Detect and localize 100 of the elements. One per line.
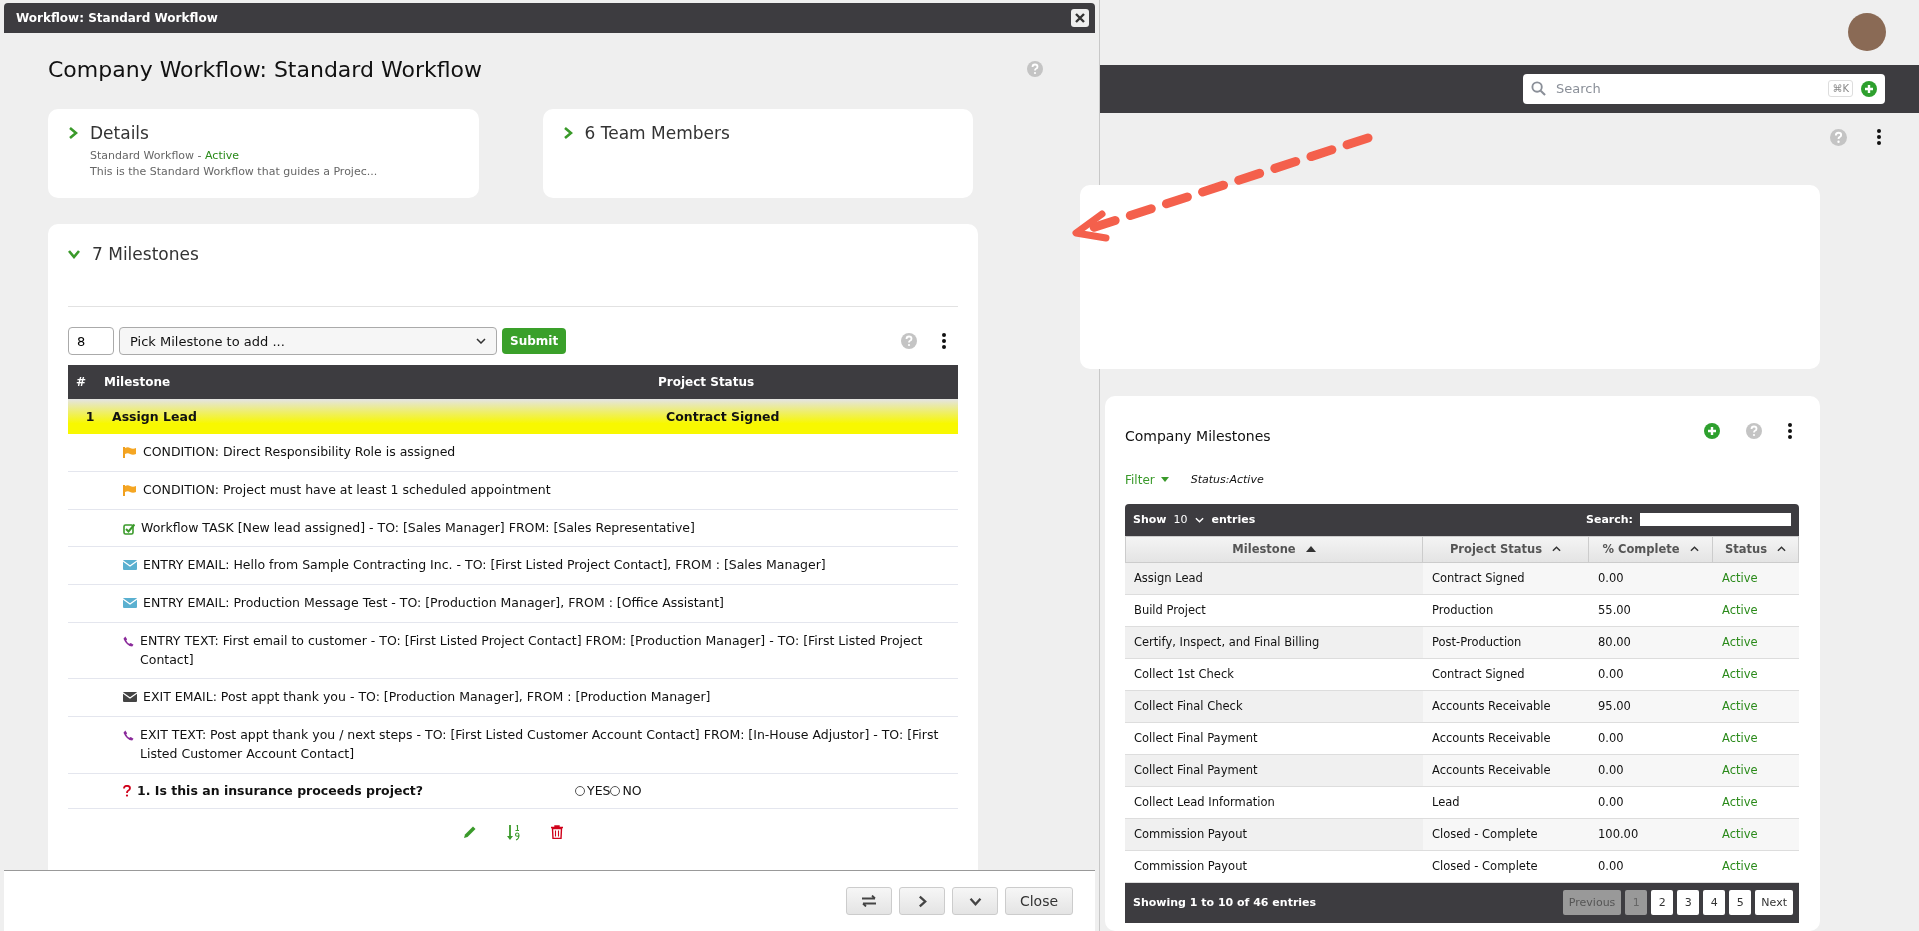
column-header[interactable]: Status (1713, 535, 1799, 563)
filter-dropdown[interactable]: Filter (1125, 472, 1169, 487)
chevron-down-icon (968, 896, 982, 906)
sort-numeric-icon[interactable] (507, 825, 521, 842)
project-status: Contract Signed (666, 409, 781, 424)
table-cell: Accounts Receivable (1423, 690, 1589, 723)
table-cell: Active (1713, 562, 1799, 595)
envelope-icon (123, 560, 137, 571)
caret-icon (1160, 477, 1169, 483)
radio-option[interactable]: NO (610, 781, 642, 801)
phone-icon (123, 635, 134, 647)
number-input[interactable]: 8 (68, 327, 114, 355)
next-button[interactable] (899, 887, 945, 915)
milestone-name: Assign Lead (112, 409, 198, 424)
workflow-step: CONDITION: Direct Responsibility Role is assigned (143, 443, 456, 462)
flag-icon (123, 447, 137, 458)
card-title[interactable]: 6 Team Members (584, 123, 730, 143)
pencil-icon[interactable] (463, 825, 477, 840)
table-cell: 0.00 (1589, 562, 1713, 595)
page-button[interactable]: 4 (1703, 890, 1726, 916)
column-header: # (75, 375, 88, 389)
add-icon[interactable] (1861, 80, 1877, 97)
chevron-right-icon (917, 894, 927, 908)
expand-button[interactable] (952, 887, 998, 915)
filter-value: Status:Active (1190, 473, 1264, 487)
workflow-step: EXIT TEXT: Post appt thank you / next steps - TO: [First Listed Customer Account Contact] FROM: [In-House Adjustor] - TO: [First Listed Customer Account Contact] (140, 726, 948, 764)
table-cell: Active (1713, 690, 1799, 723)
table-cell: Post-Production (1423, 626, 1589, 659)
column-header[interactable]: Project Status (1423, 535, 1589, 563)
page-button[interactable]: 3 (1677, 890, 1700, 916)
question-mark-icon (123, 784, 131, 797)
table-cell: Collect Final Payment (1125, 754, 1423, 787)
more-options-icon[interactable] (942, 333, 946, 349)
close-button[interactable]: Close (1005, 887, 1073, 915)
column-header[interactable]: % Complete (1589, 535, 1713, 563)
workflow-step: EXIT EMAIL: Post appt thank you - TO: [Production Manager], FROM : [Production Manager] (143, 688, 711, 707)
chevron-down-icon[interactable] (68, 249, 80, 259)
search-label: Search: (1586, 513, 1633, 527)
avatar[interactable] (1848, 13, 1886, 52)
more-options-icon[interactable] (1877, 129, 1881, 146)
caret-icon (476, 338, 486, 344)
card-title[interactable]: Details (90, 123, 149, 143)
checkbox-icon (123, 522, 135, 535)
row-number: 1 (84, 409, 96, 424)
close-icon[interactable] (1071, 9, 1089, 27)
envelope-icon (123, 692, 137, 703)
column-header: Milestone (104, 375, 172, 389)
entries-label: entries (1211, 513, 1256, 527)
table-cell: Certify, Inspect, and Final Billing (1125, 626, 1423, 659)
table-info: Showing 1 to 10 of 46 entries (1133, 896, 1317, 910)
page-button[interactable]: 2 (1651, 890, 1674, 916)
milestone-row[interactable]: 1 Assign Lead Contract Signed (68, 399, 958, 434)
table-cell: Active (1713, 818, 1799, 851)
search-icon (1531, 81, 1546, 97)
question-text: 1. Is this an insurance proceeds project? (137, 781, 425, 800)
add-icon[interactable] (1704, 422, 1720, 439)
workflow-step: CONDITION: Project must have at least 1 scheduled appointment (143, 480, 551, 500)
workflow-step: ENTRY TEXT: First email to customer - TO: [First Listed Project Contact] FROM: [Production Manager] - TO: [First Listed Project Contact] (140, 631, 948, 670)
more-options-icon[interactable] (1788, 422, 1792, 439)
workflow-step: Workflow TASK [New lead assigned] - TO: [Sales Manager] FROM: [Sales Representative] (141, 518, 695, 538)
radio-option[interactable]: YES (575, 781, 611, 801)
card-title[interactable]: 7 Milestones (92, 244, 199, 264)
table-cell: Active (1713, 626, 1799, 659)
milestone-select[interactable]: Pick Milestone to add ... (119, 327, 497, 355)
table-cell: 0.00 (1589, 754, 1713, 787)
show-label: Show (1133, 513, 1167, 527)
window-title: Workflow: Standard Workflow (16, 11, 219, 25)
page-length-select[interactable]: 10 (1173, 513, 1205, 527)
swap-button[interactable] (846, 887, 892, 915)
table-cell: Accounts Receivable (1423, 754, 1589, 787)
caret-icon (1195, 516, 1205, 523)
envelope-icon (123, 598, 137, 608)
table-cell: 100.00 (1589, 818, 1713, 851)
status-label: Active (205, 149, 240, 162)
workflow-name: Standard Workflow - (90, 149, 203, 162)
table-cell: Collect Final Check (1125, 690, 1423, 723)
table-cell: 80.00 (1589, 626, 1713, 659)
search-bar[interactable]: Search ⌘K (1523, 73, 1885, 104)
phone-icon (123, 730, 134, 741)
table-search-field[interactable] (1640, 513, 1791, 527)
workflow-step: ENTRY EMAIL: Production Message Test - TO: [Production Manager], FROM : [Office Assistant] (143, 594, 724, 613)
workflow-description: This is the Standard Workflow that guides a Projec... (90, 165, 379, 178)
table-cell: Assign Lead (1125, 562, 1423, 595)
panel-title: Company Milestones (1125, 427, 1271, 444)
next-page-button[interactable]: Next (1755, 890, 1793, 916)
table-cell: Contract Signed (1423, 562, 1589, 595)
chevron-right-icon[interactable] (562, 127, 573, 139)
column-header: Project Status (658, 375, 756, 389)
page-heading: Company Workflow: Standard Workflow (48, 56, 483, 82)
trash-icon[interactable] (551, 825, 563, 840)
flag-icon (123, 484, 137, 496)
workflow-step: ENTRY EMAIL: Hello from Sample Contracting Inc. - TO: [First Listed Project Contact], FROM : [Sales Manager] (143, 556, 826, 575)
page-button[interactable]: 5 (1729, 890, 1752, 916)
swap-icon (861, 895, 877, 907)
table-cell: Closed - Complete (1423, 818, 1589, 851)
table-cell: Commission Payout (1125, 818, 1423, 851)
table-cell: Active (1713, 754, 1799, 787)
column-header[interactable]: Milestone (1125, 535, 1423, 563)
chevron-right-icon[interactable] (68, 127, 78, 139)
shortcut-badge: ⌘K (1828, 80, 1853, 98)
